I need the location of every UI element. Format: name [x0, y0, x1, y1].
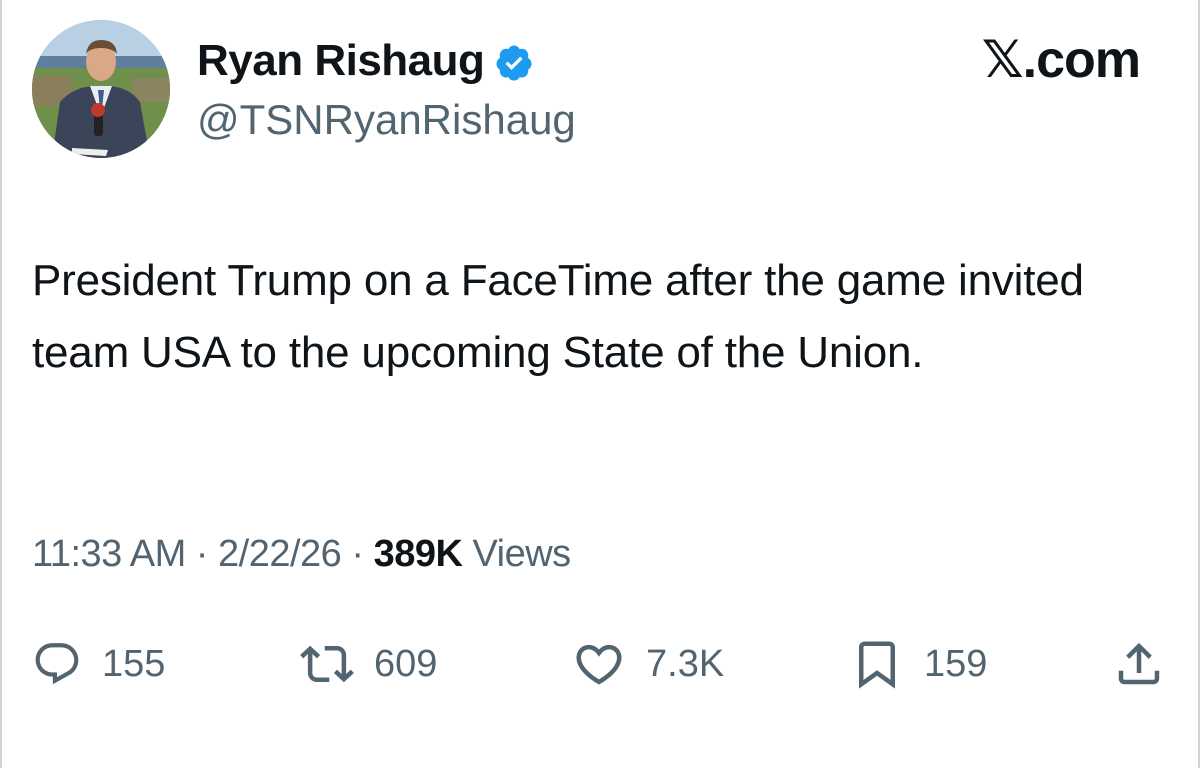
meta-separator: ·: [195, 533, 209, 575]
heart-icon: [576, 644, 622, 685]
like-count: 7.3K: [646, 642, 725, 685]
author-handle[interactable]: @TSNRyanRishaug: [197, 96, 576, 144]
share-icon: [1118, 642, 1160, 685]
views-count[interactable]: 389K: [374, 533, 463, 575]
retweet-count: 609: [374, 642, 438, 685]
avatar[interactable]: [32, 20, 170, 158]
bookmark-count: 159: [924, 642, 988, 685]
tweet-time[interactable]: 11:33 AM: [32, 533, 186, 575]
reply-count: 155: [102, 642, 166, 685]
bookmark-icon: [859, 641, 895, 689]
reply-button[interactable]: 155: [32, 636, 165, 692]
views-label: Views: [472, 533, 572, 575]
author-name[interactable]: Ryan Rishaug: [197, 36, 534, 86]
retweet-icon: [300, 645, 354, 683]
meta-separator: ·: [351, 533, 364, 575]
action-bar: 155 609 7.3K 159: [32, 636, 1182, 692]
tweet-meta: 11:33 AM · 2/22/26 · 389K Views: [32, 533, 571, 576]
tweet-text: President Trump on a FaceTime after the …: [32, 256, 1084, 377]
bookmark-button[interactable]: 159: [850, 636, 987, 692]
author-display-name: Ryan Rishaug: [197, 36, 485, 85]
share-button[interactable]: [1112, 636, 1166, 692]
verified-badge-icon: [494, 39, 534, 83]
tweet-card: Ryan Rishaug @TSNRyanRishaug 𝕏.com Presi…: [0, 0, 1200, 768]
x-logo: 𝕏.com: [981, 31, 1141, 89]
tweet-date[interactable]: 2/22/26: [218, 533, 342, 575]
reply-icon: [35, 643, 79, 685]
retweet-button[interactable]: 609: [300, 636, 437, 692]
like-button[interactable]: 7.3K: [572, 636, 724, 692]
avatar-photo: [32, 20, 170, 158]
